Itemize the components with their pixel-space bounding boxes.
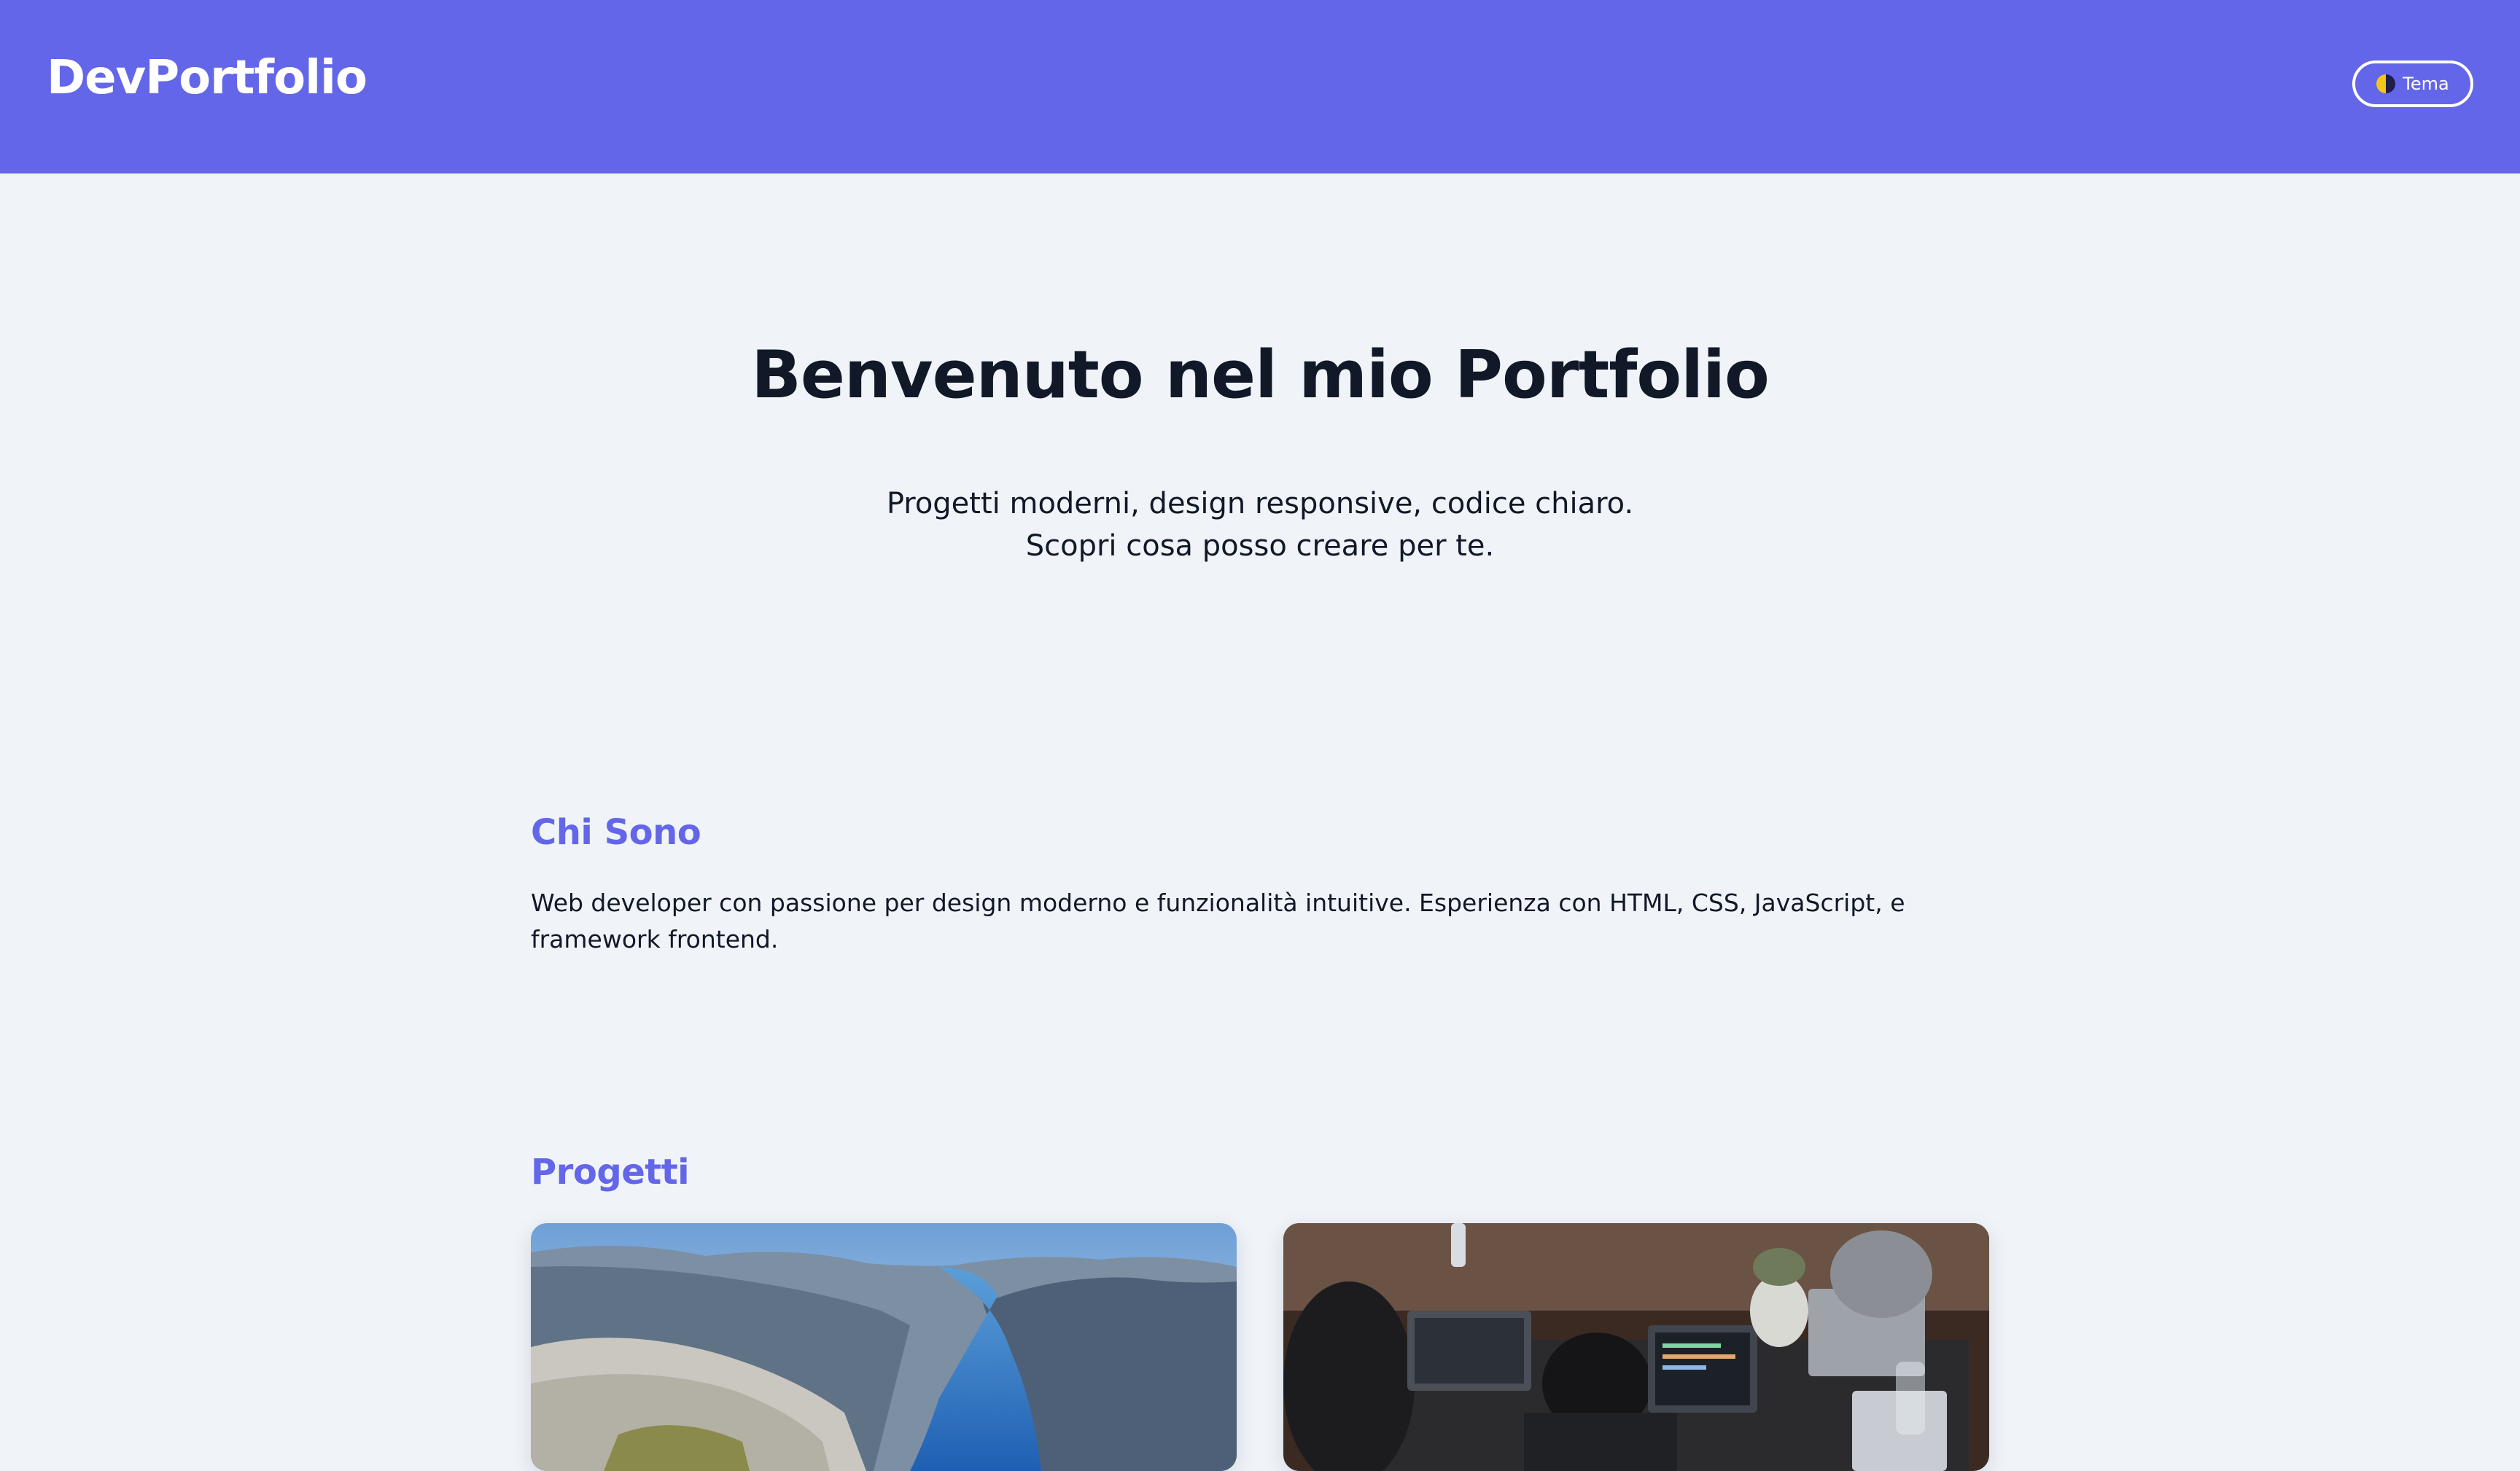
site-header: DevPortfolio Tema: [0, 0, 2520, 173]
project-card[interactable]: [1283, 1223, 1989, 1471]
developers-working-on-laptops-photo: [1283, 1223, 1989, 1471]
hero-subtitle: Progetti moderni, design responsive, cod…: [886, 487, 1634, 563]
site-logo[interactable]: DevPortfolio: [47, 51, 368, 105]
about-text: Web developer con passione per design mo…: [531, 889, 1905, 953]
theme-button-label: Tema: [2403, 74, 2449, 94]
theme-toggle-button[interactable]: Tema: [2352, 61, 2473, 107]
half-moon-icon: [2376, 74, 2396, 93]
fjord-landscape-photo: [531, 1223, 1237, 1471]
project-card[interactable]: [531, 1223, 1237, 1471]
projects-title: Progetti: [531, 1152, 690, 1193]
hero-title: Benvenuto nel mio Portfolio: [751, 337, 1770, 413]
about-title: Chi Sono: [531, 812, 701, 853]
